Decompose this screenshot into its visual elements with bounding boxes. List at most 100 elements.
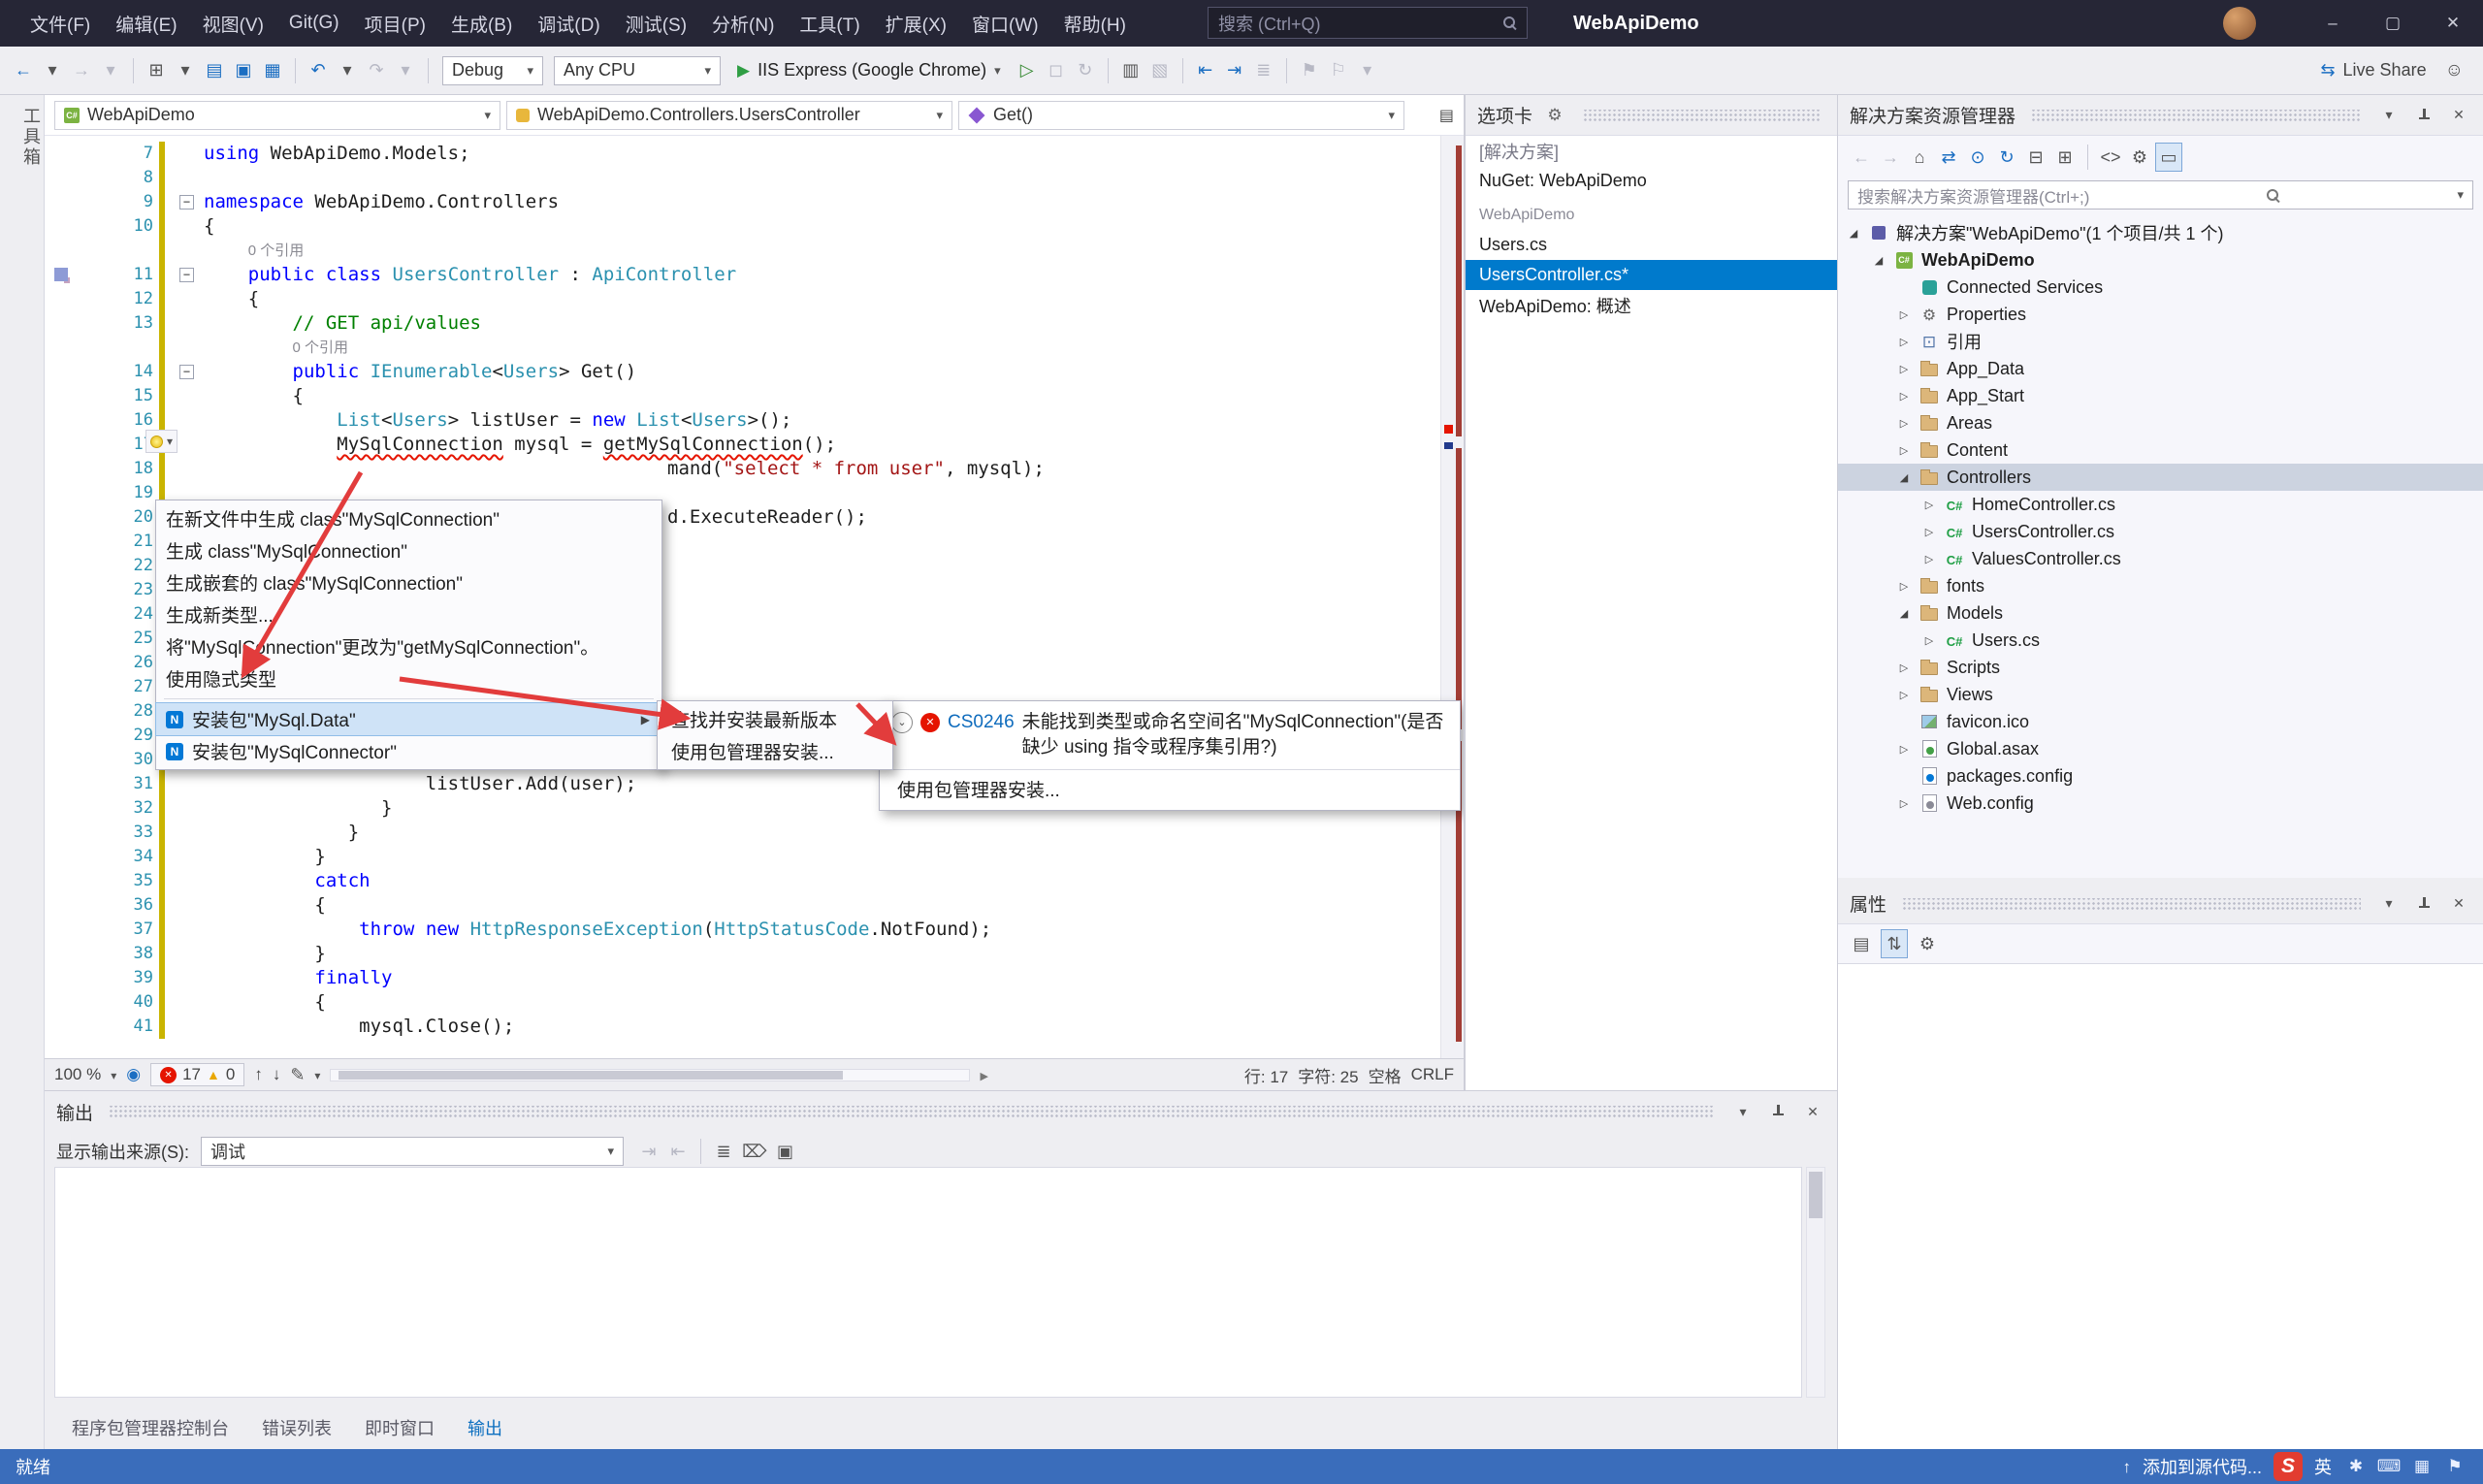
tree-item-App_Data[interactable]: App_Data xyxy=(1838,355,2483,382)
tree-item-Views[interactable]: Views xyxy=(1838,681,2483,708)
add-to-source-control[interactable]: 添加到源代码... xyxy=(2143,1454,2262,1479)
tree-expander-icon[interactable] xyxy=(1921,634,1937,647)
build-icon[interactable]: ▥ xyxy=(1117,56,1145,85)
close-icon[interactable] xyxy=(2446,893,2471,915)
ime-logo[interactable]: S xyxy=(2273,1452,2303,1481)
chevron-down-icon[interactable] xyxy=(2376,105,2402,126)
tabs-panel-item-1[interactable]: NuGet: WebApiDemo xyxy=(1466,166,1837,196)
collapse-button[interactable]: − xyxy=(179,195,194,210)
menubar-item-4[interactable]: 项目(P) xyxy=(352,0,438,47)
menubar-item-0[interactable]: 文件(F) xyxy=(17,0,103,47)
maximize-button[interactable] xyxy=(2363,0,2423,47)
pin-icon[interactable] xyxy=(2411,893,2436,915)
props-pages-icon[interactable]: ⚙ xyxy=(1914,929,1941,958)
tree-item-Web.config[interactable]: Web.config xyxy=(1838,790,2483,817)
comment-icon[interactable]: ≣ xyxy=(1250,56,1277,85)
tree-item-Areas[interactable]: Areas xyxy=(1838,409,2483,436)
new-item-dropdown-icon[interactable]: ▾ xyxy=(172,56,199,85)
indent-increase-icon[interactable]: ⇥ xyxy=(1221,56,1248,85)
quick-actions-lightbulb[interactable] xyxy=(145,430,177,453)
undo-dropdown-icon[interactable]: ▾ xyxy=(334,56,361,85)
zoom-control[interactable]: 100 % xyxy=(54,1065,101,1084)
ime-notification-icon[interactable]: ⚑ xyxy=(2442,1457,2467,1476)
output-find-next-icon[interactable]: ⇥ xyxy=(635,1137,662,1166)
pin-icon[interactable] xyxy=(1765,1101,1790,1122)
tree-item-Users.cs[interactable]: Users.cs xyxy=(1838,627,2483,654)
menubar-item-1[interactable]: 编辑(E) xyxy=(103,0,189,47)
output-find-prev-icon[interactable]: ⇤ xyxy=(664,1137,692,1166)
ime-mode[interactable]: 英 xyxy=(2314,1454,2332,1479)
se-show-all-files-icon[interactable]: ⊞ xyxy=(2051,143,2079,172)
configuration-combo[interactable]: Debug xyxy=(442,56,543,85)
tree-expander-icon[interactable] xyxy=(1921,526,1937,538)
undo-icon[interactable]: ↶ xyxy=(305,56,332,85)
close-icon[interactable] xyxy=(2446,105,2471,126)
context-menu-item-7[interactable]: 安装包"MySql.Data" xyxy=(156,703,661,735)
error-code[interactable]: CS0246 xyxy=(948,710,1015,735)
tabs-panel-item-3[interactable]: Users.cs xyxy=(1466,230,1837,260)
open-file-icon[interactable]: ▤ xyxy=(201,56,228,85)
tool-tab-2[interactable]: 即时窗口 xyxy=(351,1409,448,1446)
props-alphabetical-icon[interactable]: ⇅ xyxy=(1881,929,1908,958)
next-issue-button[interactable] xyxy=(273,1065,281,1084)
se-back-icon[interactable]: ← xyxy=(1848,143,1875,172)
context-menu-item-0[interactable]: 在新文件中生成 class"MySqlConnection" xyxy=(156,502,661,534)
output-source-combo[interactable]: 调试 xyxy=(201,1137,624,1166)
tree-item-Controllers[interactable]: Controllers xyxy=(1838,464,2483,491)
context-menu-item-3[interactable]: 生成新类型... xyxy=(156,598,661,630)
menubar-item-6[interactable]: 调试(D) xyxy=(525,0,612,47)
menubar-item-3[interactable]: Git(G) xyxy=(276,0,352,47)
tree-item-Models[interactable]: Models xyxy=(1838,599,2483,627)
redo-icon[interactable]: ↷ xyxy=(363,56,390,85)
output-content[interactable] xyxy=(54,1167,1802,1398)
tree-expander-icon[interactable] xyxy=(1896,797,1912,810)
context-menu-item-5[interactable]: 使用隐式类型 xyxy=(156,662,661,694)
chevron-circle-icon[interactable] xyxy=(891,712,913,733)
user-avatar[interactable] xyxy=(2223,7,2256,40)
tree-expander-icon[interactable] xyxy=(1896,336,1912,348)
tree-expander-icon[interactable] xyxy=(1871,254,1886,267)
bookmark-icon[interactable]: ⚑ xyxy=(1296,56,1323,85)
tool-tab-1[interactable]: 错误列表 xyxy=(248,1409,345,1446)
tree-expander-icon[interactable] xyxy=(1896,580,1912,593)
tree-item-Scripts[interactable]: Scripts xyxy=(1838,654,2483,681)
bookmark-dropdown-icon[interactable]: ▾ xyxy=(1354,56,1381,85)
tree-item-ValuesController.cs[interactable]: ValuesController.cs xyxy=(1838,545,2483,572)
tree-expander-icon[interactable] xyxy=(1846,227,1861,240)
error-warning-summary[interactable]: 17 0 xyxy=(150,1063,244,1086)
editor-vertical-scrollbar[interactable] xyxy=(1440,136,1464,1058)
se-pending-changes-icon[interactable]: ⊙ xyxy=(1964,143,1991,172)
edit-mode-icon[interactable] xyxy=(290,1065,305,1085)
tree-expander-icon[interactable] xyxy=(1896,607,1912,620)
submenu-item-1[interactable]: 使用包管理器安装... xyxy=(658,735,892,767)
redo-dropdown-icon[interactable]: ▾ xyxy=(392,56,419,85)
tree-item-favicon.ico[interactable]: favicon.ico xyxy=(1838,708,2483,735)
bookmark-next-icon[interactable]: ⚐ xyxy=(1325,56,1352,85)
output-wrap-icon[interactable]: ≣ xyxy=(710,1137,737,1166)
chevron-down-icon[interactable] xyxy=(2376,893,2402,915)
tree-item-WebApiDemo[interactable]: WebApiDemo xyxy=(1838,246,2483,274)
toolbox-vertical-tab[interactable]: 工具箱 xyxy=(0,107,44,168)
close-button[interactable] xyxy=(2423,0,2483,47)
tree-item-Content[interactable]: Content xyxy=(1838,436,2483,464)
tree-expander-icon[interactable] xyxy=(1896,390,1912,403)
tree-expander-icon[interactable] xyxy=(1896,743,1912,756)
tabs-panel-item-5[interactable]: WebApiDemo: 概述 xyxy=(1466,290,1837,320)
se-properties-icon[interactable]: ⚙ xyxy=(2126,143,2153,172)
menubar-item-2[interactable]: 视图(V) xyxy=(190,0,276,47)
se-switch-views-icon[interactable]: ⇄ xyxy=(1935,143,1962,172)
ime-keyboard-icon[interactable]: ⌨ xyxy=(2376,1457,2402,1476)
save-icon[interactable]: ▣ xyxy=(230,56,257,85)
tree-item-UsersController.cs[interactable]: UsersController.cs xyxy=(1838,518,2483,545)
live-share-button[interactable]: Live Share xyxy=(2314,60,2432,81)
codelens-text[interactable]: 0 个引用 xyxy=(204,336,348,360)
collapse-button[interactable]: − xyxy=(179,268,194,282)
tree-item-Global.asax[interactable]: Global.asax xyxy=(1838,735,2483,762)
output-toggle-icon[interactable]: ▣ xyxy=(771,1137,798,1166)
solution-explorer-search[interactable]: 搜索解决方案资源管理器(Ctrl+;) xyxy=(1848,180,2473,210)
tool-tab-3[interactable]: 输出 xyxy=(454,1409,516,1446)
tree-expander-icon[interactable] xyxy=(1896,363,1912,375)
tree-item--[interactable]: 引用 xyxy=(1838,328,2483,355)
tree-item--WebApiDemo-1-1-[interactable]: 解决方案"WebApiDemo"(1 个项目/共 1 个) xyxy=(1838,219,2483,246)
tree-expander-icon[interactable] xyxy=(1896,689,1912,701)
